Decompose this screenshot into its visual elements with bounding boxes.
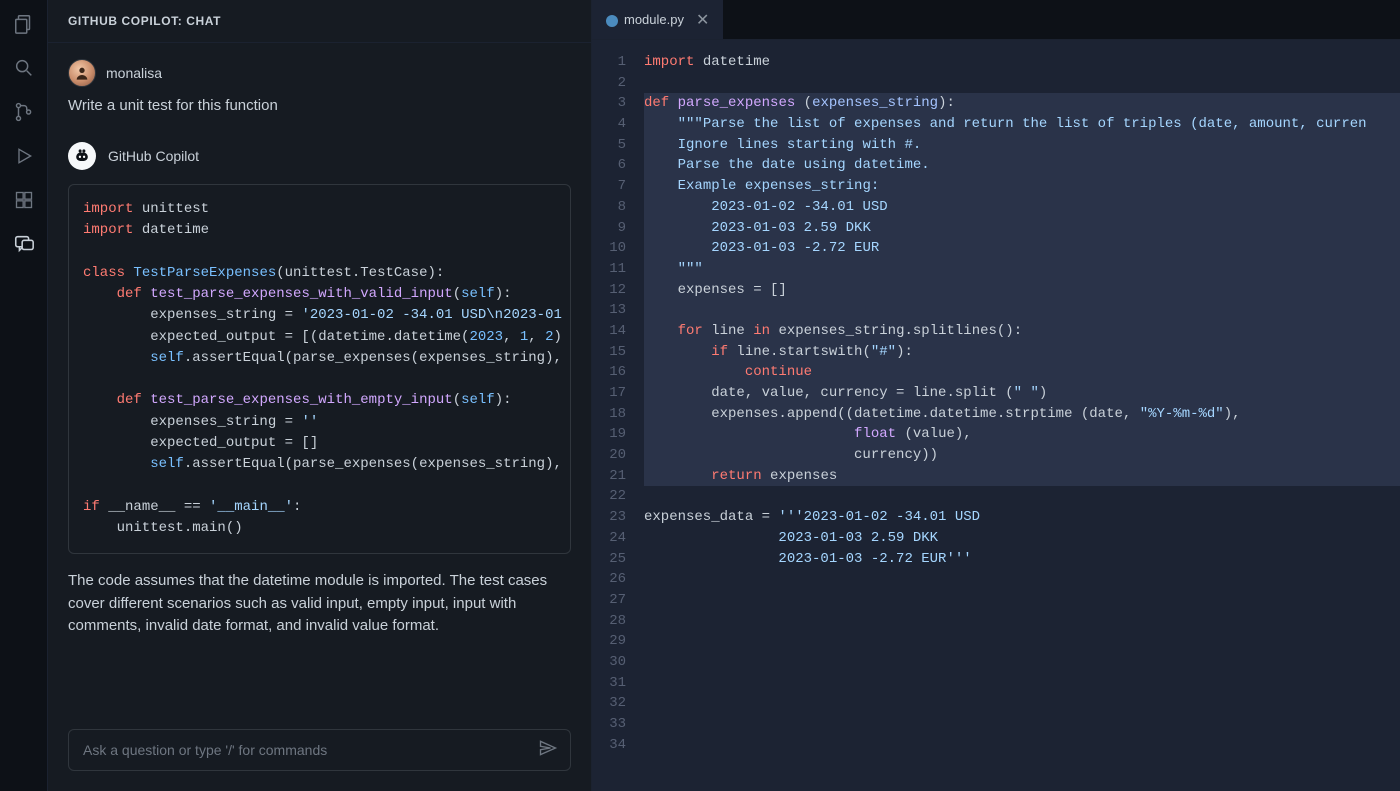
user-message-header: monalisa xyxy=(68,59,571,87)
chat-icon[interactable] xyxy=(12,232,36,256)
bot-explanation: The code assumes that the datetime modul… xyxy=(68,570,571,638)
files-icon[interactable] xyxy=(12,12,36,36)
chat-body: monalisa Write a unit test for this func… xyxy=(48,43,591,729)
user-prompt: Write a unit test for this function xyxy=(68,97,571,114)
python-file-icon xyxy=(606,15,616,25)
send-icon[interactable] xyxy=(538,738,558,763)
editor-tabs: module.py ✕ xyxy=(592,0,1400,40)
editor-area: module.py ✕ 1234567891011121314151617181… xyxy=(592,0,1400,791)
close-icon[interactable]: ✕ xyxy=(696,10,709,30)
bot-message-header: GitHub Copilot xyxy=(68,142,571,170)
chat-panel-title: GITHUB COPILOT: CHAT xyxy=(48,0,591,43)
chat-input-field[interactable] xyxy=(83,742,526,758)
chat-input[interactable] xyxy=(68,729,571,771)
bot-code-block: import unittest import datetime class Te… xyxy=(68,184,571,554)
search-icon[interactable] xyxy=(12,56,36,80)
editor-tab[interactable]: module.py ✕ xyxy=(592,0,724,39)
activity-bar xyxy=(0,0,48,791)
editor-tab-filename: module.py xyxy=(624,12,684,27)
git-icon[interactable] xyxy=(12,100,36,124)
run-icon[interactable] xyxy=(12,144,36,168)
extensions-icon[interactable] xyxy=(12,188,36,212)
line-gutter: 1234567891011121314151617181920212223242… xyxy=(592,52,644,791)
copilot-avatar-icon xyxy=(68,142,96,170)
chat-panel: GITHUB COPILOT: CHAT monalisa Write a un… xyxy=(48,0,592,791)
editor-content[interactable]: 1234567891011121314151617181920212223242… xyxy=(592,40,1400,791)
chat-input-container xyxy=(48,729,591,791)
user-avatar xyxy=(68,59,96,87)
code-area[interactable]: import datetime def parse_expenses (expe… xyxy=(644,52,1400,791)
user-name: monalisa xyxy=(106,65,162,81)
bot-name: GitHub Copilot xyxy=(108,148,199,164)
